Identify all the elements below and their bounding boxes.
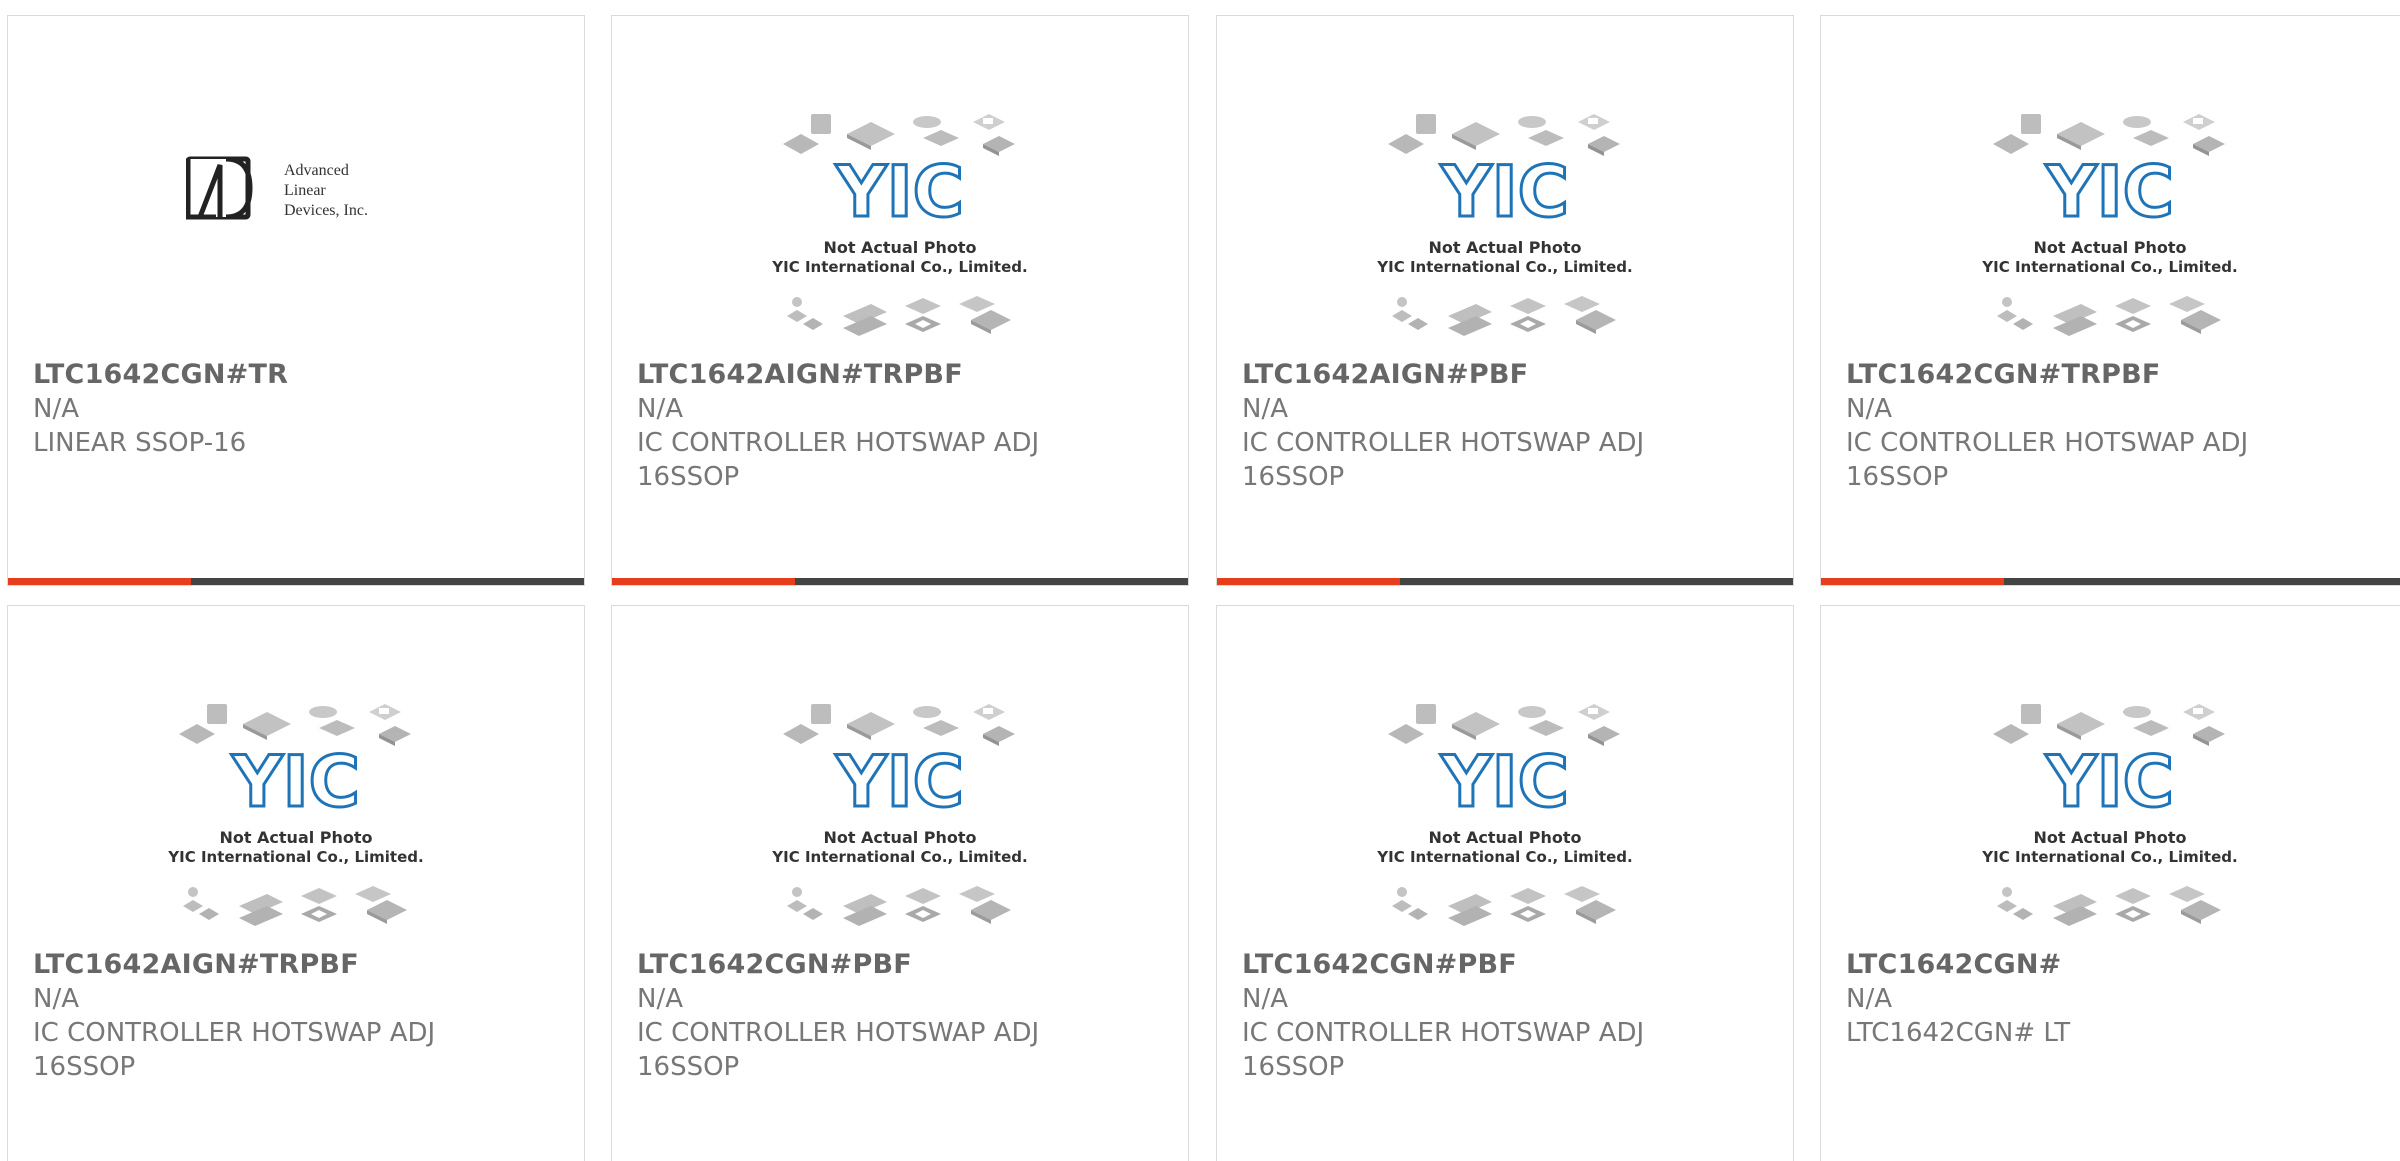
caption-company: YIC International Co., Limited. xyxy=(167,848,423,866)
yic-placeholder-image: YIC Not Actual Photo YIC International C… xyxy=(771,114,1028,336)
description: LINEAR SSOP-16 xyxy=(33,428,247,458)
description: IC CONTROLLER HOTSWAP ADJ xyxy=(1846,428,2249,458)
description: IC CONTROLLER HOTSWAP ADJ xyxy=(1242,1018,1645,1048)
yic-placeholder-image: YIC Not Actual Photo YIC International C… xyxy=(771,704,1028,926)
yic-logo: YIC xyxy=(231,741,360,823)
product-image: YIC Not Actual Photo YIC International C… xyxy=(1217,606,1793,956)
yic-logo: YIC xyxy=(1440,151,1569,233)
description: IC CONTROLLER HOTSWAP ADJ xyxy=(637,1018,1040,1048)
card-accent-bar xyxy=(1217,578,1400,585)
description: IC CONTROLLER HOTSWAP ADJ xyxy=(33,1018,436,1048)
yic-placeholder-image: YIC Not Actual Photo YIC International C… xyxy=(1376,704,1633,926)
description: IC CONTROLLER HOTSWAP ADJ xyxy=(637,428,1040,458)
product-card[interactable]: YIC Not Actual Photo YIC International C… xyxy=(1820,15,2400,586)
availability: N/A xyxy=(33,984,79,1014)
part-number[interactable]: LTC1642CGN#TRPBF xyxy=(1846,358,2390,392)
caption-not-actual: Not Actual Photo xyxy=(1428,238,1581,257)
product-image: YIC Not Actual Photo YIC International C… xyxy=(612,16,1188,366)
availability: N/A xyxy=(1846,984,1892,1014)
part-number[interactable]: LTC1642CGN#TR xyxy=(33,358,564,392)
product-card[interactable]: YIC Not Actual Photo YIC International C… xyxy=(7,605,585,1161)
part-number[interactable]: LTC1642CGN#PBF xyxy=(637,948,1168,982)
part-number[interactable]: LTC1642CGN#PBF xyxy=(1242,948,1773,982)
part-number[interactable]: LTC1642AIGN#TRPBF xyxy=(33,948,564,982)
yic-placeholder-image: YIC Not Actual Photo YIC International C… xyxy=(1981,114,2238,336)
yic-logo: YIC xyxy=(1440,741,1569,823)
description-extra: 16SSOP xyxy=(637,462,740,492)
caption-not-actual: Not Actual Photo xyxy=(1428,828,1581,847)
availability: N/A xyxy=(1846,394,1892,424)
caption-company: YIC International Co., Limited. xyxy=(1376,848,1632,866)
product-image: Advanced Linear Devices, Inc. xyxy=(8,16,584,366)
description: LTC1642CGN# LT xyxy=(1846,1018,2071,1048)
yic-logo: YIC xyxy=(2045,741,2174,823)
availability: N/A xyxy=(1242,394,1288,424)
product-image: YIC Not Actual Photo YIC International C… xyxy=(1217,16,1793,366)
caption-company: YIC International Co., Limited. xyxy=(1981,848,2237,866)
adi-line2: Linear xyxy=(284,182,326,199)
card-bottom-bar xyxy=(1217,578,1793,585)
adi-line3: Devices, Inc. xyxy=(284,202,368,219)
card-accent-bar xyxy=(1821,578,2004,585)
card-bottom-bar xyxy=(8,578,584,585)
caption-company: YIC International Co., Limited. xyxy=(771,848,1027,866)
adi-line1: Advanced xyxy=(284,162,349,179)
product-grid: Advanced Linear Devices, Inc. LTC1642CGN… xyxy=(0,0,2400,1161)
card-accent-bar xyxy=(612,578,795,585)
caption-not-actual: Not Actual Photo xyxy=(2033,238,2186,257)
part-number[interactable]: LTC1642CGN# xyxy=(1846,948,2390,982)
product-card[interactable]: YIC Not Actual Photo YIC International C… xyxy=(611,605,1189,1161)
card-bottom-bar xyxy=(1821,578,2400,585)
description-extra: 16SSOP xyxy=(1242,1052,1345,1082)
product-card[interactable]: Advanced Linear Devices, Inc. LTC1642CGN… xyxy=(7,15,585,586)
adi-logo: Advanced Linear Devices, Inc. xyxy=(186,156,368,220)
product-card[interactable]: YIC Not Actual Photo YIC International C… xyxy=(611,15,1189,586)
product-image: YIC Not Actual Photo YIC International C… xyxy=(1821,16,2400,366)
description-extra: 16SSOP xyxy=(637,1052,740,1082)
card-bottom-bar xyxy=(612,578,1188,585)
description-extra: 16SSOP xyxy=(1846,462,1949,492)
description: IC CONTROLLER HOTSWAP ADJ xyxy=(1242,428,1645,458)
caption-company: YIC International Co., Limited. xyxy=(1981,258,2237,276)
yic-placeholder-image: YIC Not Actual Photo YIC International C… xyxy=(1981,704,2238,926)
availability: N/A xyxy=(637,394,683,424)
availability: N/A xyxy=(637,984,683,1014)
caption-not-actual: Not Actual Photo xyxy=(823,828,976,847)
description-extra: 16SSOP xyxy=(1242,462,1345,492)
product-image: YIC Not Actual Photo YIC International C… xyxy=(1821,606,2400,956)
caption-not-actual: Not Actual Photo xyxy=(2033,828,2186,847)
yic-logo: YIC xyxy=(835,151,964,233)
availability: N/A xyxy=(1242,984,1288,1014)
yic-placeholder-image: YIC Not Actual Photo YIC International C… xyxy=(1376,114,1633,336)
yic-logo: YIC xyxy=(2045,151,2174,233)
product-card[interactable]: YIC Not Actual Photo YIC International C… xyxy=(1216,15,1794,586)
product-card[interactable]: YIC Not Actual Photo YIC International C… xyxy=(1820,605,2400,1161)
yic-placeholder-image: YIC Not Actual Photo YIC International C… xyxy=(167,704,424,926)
product-image: YIC Not Actual Photo YIC International C… xyxy=(612,606,1188,956)
card-accent-bar xyxy=(8,578,191,585)
caption-not-actual: Not Actual Photo xyxy=(823,238,976,257)
yic-logo: YIC xyxy=(835,741,964,823)
part-number[interactable]: LTC1642AIGN#PBF xyxy=(1242,358,1773,392)
caption-not-actual: Not Actual Photo xyxy=(219,828,372,847)
product-card[interactable]: YIC Not Actual Photo YIC International C… xyxy=(1216,605,1794,1161)
caption-company: YIC International Co., Limited. xyxy=(771,258,1027,276)
availability: N/A xyxy=(33,394,79,424)
part-number[interactable]: LTC1642AIGN#TRPBF xyxy=(637,358,1168,392)
description-extra: 16SSOP xyxy=(33,1052,136,1082)
product-image: YIC Not Actual Photo YIC International C… xyxy=(8,606,584,956)
caption-company: YIC International Co., Limited. xyxy=(1376,258,1632,276)
